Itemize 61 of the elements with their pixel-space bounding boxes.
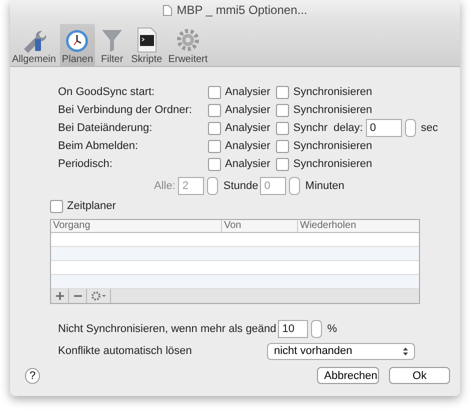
unit-label: sec [420,122,438,134]
checkbox-label: Synchr [293,122,328,134]
cancel-button[interactable]: Abbrechen [317,367,380,384]
checkbox[interactable] [208,122,221,134]
minutes-label: Minuten [305,180,344,192]
unit-label: % [327,323,338,335]
ok-button[interactable]: Ok [389,367,450,384]
document-icon [162,4,172,16]
toolbar-tab[interactable]: Allgemein [10,24,58,66]
checkbox[interactable] [208,86,221,98]
checkbox-label: Analysier [225,140,270,152]
delay-label: delay: [334,122,363,134]
checkbox[interactable] [208,104,221,116]
checkbox-label: Synchronisieren [293,104,372,116]
stepper[interactable] [207,177,218,195]
gear-icon [90,291,106,301]
clock-icon [64,27,90,53]
stepper[interactable] [311,320,322,338]
toolbar-tab[interactable]: Skripte [129,24,164,66]
checkbox-label: Synchronisieren [293,158,372,170]
checkbox[interactable] [208,140,221,152]
threshold-field[interactable]: 10 [278,320,308,338]
trigger-label: On GoodSync start: [58,86,156,98]
checkbox-label: Synchronisieren [293,86,372,98]
help-button[interactable]: ? [25,368,40,384]
window-title: MBP _ mmi5 Optionen... [176,3,308,17]
column-header[interactable]: Von [221,220,297,232]
toolbar-tab[interactable]: Filter [97,24,128,66]
checkbox[interactable] [50,200,63,212]
checkbox-label: Analysier [225,104,270,116]
conflicts-label: Konflikte automatisch lösen [58,345,192,357]
gear-icon [174,27,201,53]
column-header[interactable]: Vorgang [51,220,221,232]
trigger-label: Periodisch: [58,158,114,170]
checkbox[interactable] [276,158,290,170]
toolbar-tab[interactable]: Erweitert [166,24,210,66]
plus-icon [54,291,64,301]
conflicts-dropdown[interactable]: nicht vorhanden [267,342,415,360]
delay-field[interactable]: 0 [366,119,402,137]
checkbox-label: Analysier [225,122,270,134]
stepper[interactable] [404,119,416,137]
checkbox-label: Zeitplaner [67,200,116,212]
checkbox[interactable] [208,158,221,170]
terminal-icon [134,27,159,53]
trigger-label: Bei Verbindung der Ordner: [58,104,193,116]
hours-label: Stunde [223,180,258,192]
threshold-label: Nicht Synchronisieren, wenn mehr als geänd [58,323,276,335]
checkbox-label: Analysier [225,158,270,170]
trigger-label: Bei Dateiänderung: [58,122,154,134]
interval-label: Alle: [154,180,176,192]
checkbox[interactable] [276,104,290,116]
trigger-label: Beim Abmelden: [58,140,140,152]
column-header[interactable]: Wiederholen [297,220,419,232]
checkbox[interactable] [276,140,290,152]
updown-arrows-icon [403,346,408,356]
checkbox-label: Analysier [225,86,270,98]
stepper[interactable] [289,177,300,195]
checkbox-label: Synchronisieren [293,140,372,152]
toolbar-tab[interactable]: Planen [60,24,96,66]
checkbox[interactable] [276,122,290,134]
checkbox[interactable] [276,86,290,98]
